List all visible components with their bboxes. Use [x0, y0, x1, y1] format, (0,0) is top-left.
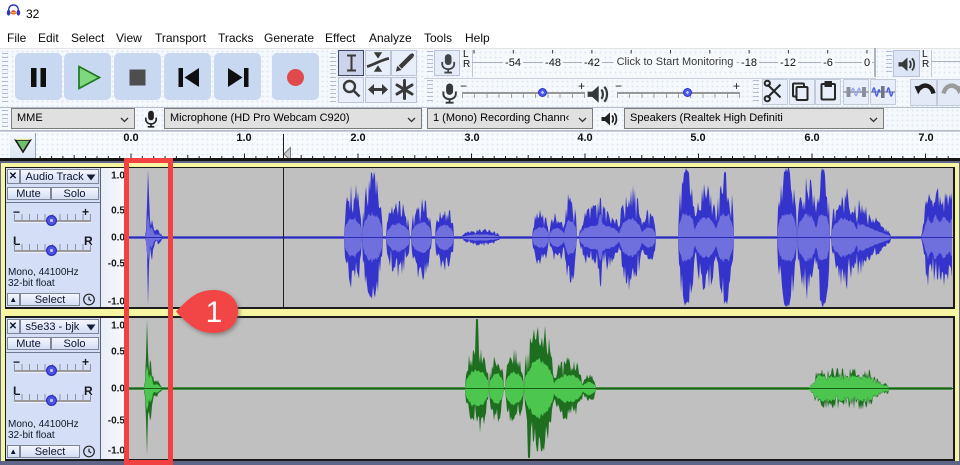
svg-text:1: 1: [206, 296, 223, 329]
